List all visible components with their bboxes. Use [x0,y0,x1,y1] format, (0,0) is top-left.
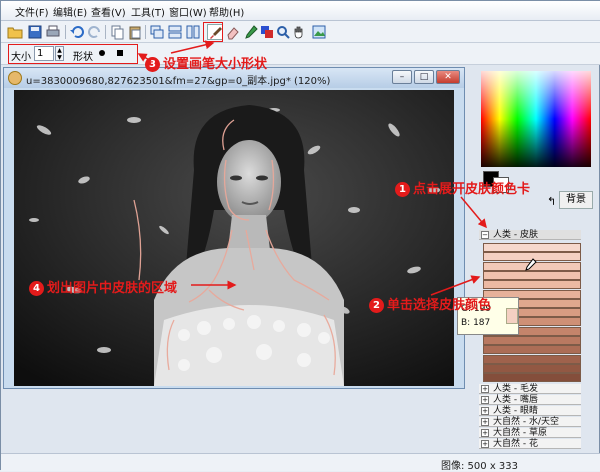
document-icon [8,71,22,85]
tooltip-color-preview [506,308,518,324]
app-window: 文件(F) 编辑(E) 查看(V) 工具(T) 窗口(W) 帮助(H) 大小 ▲… [0,0,600,472]
callout-3-badge: 3 [145,57,160,72]
main-toolbar [1,21,600,43]
skin-color-swatch[interactable] [483,354,581,364]
callout-4-badge: 4 [29,281,44,296]
callout-2-text: 单击选择皮肤颜色 [387,298,492,313]
hand-icon[interactable] [291,24,307,40]
skin-category-label: 人类 - 皮肤 [493,230,538,240]
expand-icon: + [481,440,489,448]
category-water-sky[interactable]: + 大自然 - 水/天空 [479,417,581,427]
photo-canvas[interactable] [14,90,454,386]
color-picker-spectrum[interactable] [481,71,591,167]
menu-help[interactable]: 帮助(H) [209,4,244,19]
skin-color-swatch[interactable] [483,345,581,355]
category-lips[interactable]: + 人类 - 嘴唇 [479,395,581,405]
skin-color-swatch[interactable] [483,280,581,290]
tooltip-b-value: B: 187 [461,318,491,328]
skin-color-swatch[interactable] [483,336,581,345]
menu-window[interactable]: 窗口(W) [169,4,207,19]
background-button[interactable]: 背景 [559,191,593,209]
expand-icon: + [481,407,489,415]
maximize-icon[interactable]: □ [414,70,434,84]
menu-edit[interactable]: 编辑(E) [53,4,87,19]
callout-3-text: 设置画笔大小形状 [163,57,268,72]
category-grassland[interactable]: + 大自然 - 草原 [479,428,581,438]
swap-arrow-icon[interactable]: ↰ [547,195,556,208]
tile-vertical-icon[interactable] [185,24,201,40]
document-window: u=3830009680,827623501&fm=27&gp=0_副本.jpg… [3,67,465,389]
skin-color-swatch[interactable] [483,270,581,280]
category-label: 大自然 - 水/天空 [493,417,560,427]
skin-color-swatch[interactable] [483,373,581,383]
category-label: 人类 - 毛发 [493,384,538,394]
paste-icon[interactable] [127,24,143,40]
callout-2: 2 单击选择皮肤颜色 [369,294,491,313]
callout-2-badge: 2 [369,298,384,313]
callout-4-text: 划出图片中皮肤的区域 [47,281,178,296]
tile-horizontal-icon[interactable] [167,24,183,40]
callout-1-badge: 1 [395,182,410,197]
redo-icon[interactable] [87,24,103,40]
toolbar-separator [105,25,106,39]
copy-icon[interactable] [109,24,125,40]
options-highlight-box [8,44,138,64]
cascade-icon[interactable] [149,24,165,40]
close-icon[interactable]: ✕ [436,70,460,84]
expand-icon: + [481,418,489,426]
menu-tools[interactable]: 工具(T) [131,4,165,19]
toolbar-separator [65,25,66,39]
category-label: 人类 - 眼睛 [493,406,538,416]
open-icon[interactable] [7,24,23,40]
status-bar: 图像: 500 x 333 [1,453,600,472]
menu-file[interactable]: 文件(F) [15,4,49,19]
expand-icon: + [481,429,489,437]
menu-view[interactable]: 查看(V) [91,4,126,19]
print-icon[interactable] [45,24,61,40]
callout-1: 1 点击展开皮肤颜色卡 [395,178,530,197]
skin-color-swatch[interactable] [483,243,581,252]
document-title: u=3830009680,827623501&fm=27&gp=0_副本.jpg… [26,76,331,87]
skin-color-swatch[interactable] [483,363,581,373]
image-preview-icon[interactable] [311,24,327,40]
collapse-icon: − [481,231,489,239]
zoom-icon[interactable] [275,24,291,40]
callout-4: 4 划出图片中皮肤的区域 [29,277,177,296]
category-flowers[interactable]: + 大自然 - 花 [479,439,581,449]
category-label: 大自然 - 草原 [493,428,547,438]
skin-category-header[interactable]: − 人类 - 皮肤 [479,230,581,240]
color-swap-icon[interactable] [259,24,275,40]
category-label: 人类 - 嘴唇 [493,395,538,405]
save-icon[interactable] [27,24,43,40]
callout-3: 3 设置画笔大小形状 [145,53,267,72]
menu-bar: 文件(F) 编辑(E) 查看(V) 工具(T) 窗口(W) 帮助(H) [1,1,600,21]
toolbar-separator [145,25,146,39]
expand-icon: + [481,385,489,393]
minimize-icon[interactable]: – [392,70,412,84]
undo-icon[interactable] [69,24,85,40]
grayscale-photo [14,90,454,386]
eyedropper-icon[interactable] [243,24,259,40]
brush-highlight-box [203,22,223,42]
eraser-icon[interactable] [225,24,241,40]
eyedropper-cursor-icon [525,258,537,271]
category-hair[interactable]: + 人类 - 毛发 [479,384,581,394]
callout-1-text: 点击展开皮肤颜色卡 [413,182,531,197]
category-eyes[interactable]: + 人类 - 眼睛 [479,406,581,416]
category-label: 大自然 - 花 [493,439,538,449]
expand-icon: + [481,396,489,404]
